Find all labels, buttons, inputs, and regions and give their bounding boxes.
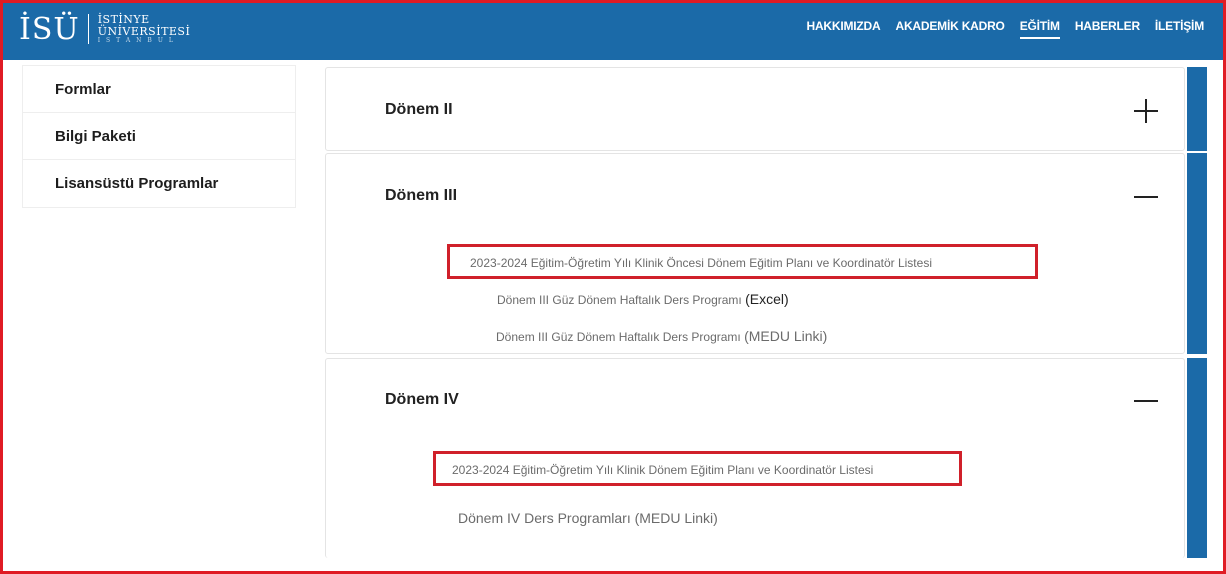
panel-accent-bar xyxy=(1187,67,1207,151)
plus-icon[interactable] xyxy=(1134,99,1158,123)
logo-mark: İSÜ xyxy=(19,11,80,47)
logo-line-2: ÜNİVERSİTESİ xyxy=(97,24,191,38)
sidebar-item-lisansustu-programlar[interactable]: Lisansüstü Programlar xyxy=(23,160,295,207)
accordion-panel-donem-2: Dönem II xyxy=(325,67,1185,151)
panel-title[interactable]: Dönem IV xyxy=(385,391,459,409)
nav-item-egitim[interactable]: EĞİTİM xyxy=(1019,19,1060,39)
link-klinik-plan[interactable]: 2023-2024 Eğitim-Öğretim Yılı Klinik Dön… xyxy=(452,463,873,477)
nav-item-hakkimizda[interactable]: HAKKIMIZDA xyxy=(807,19,881,39)
panel-accent-bar xyxy=(1187,153,1207,354)
link-donem-3-medu[interactable]: Dönem III Güz Dönem Haftalık Ders Progra… xyxy=(496,328,827,344)
link-klinik-oncesi-plan[interactable]: 2023-2024 Eğitim-Öğretim Yılı Klinik Önc… xyxy=(470,256,932,270)
sidebar-item-formlar[interactable]: Formlar xyxy=(23,66,295,113)
link-donem-3-excel[interactable]: Dönem III Güz Dönem Haftalık Ders Progra… xyxy=(497,291,789,307)
panel-title[interactable]: Dönem II xyxy=(385,101,453,119)
nav-item-haberler[interactable]: HABERLER xyxy=(1075,19,1140,39)
link-text: Dönem III Güz Dönem Haftalık Ders Progra… xyxy=(496,330,745,344)
link-suffix-excel: (Excel) xyxy=(745,291,789,307)
logo-text: İSTİNYE ÜNİVERSİTESİ İSTANBUL xyxy=(97,12,191,45)
sidebar: Formlar Bilgi Paketi Lisansüstü Programl… xyxy=(22,65,296,208)
nav-item-iletisim[interactable]: İLETİŞİM xyxy=(1155,19,1204,39)
logo-line-1: İSTİNYE xyxy=(97,12,150,26)
logo-line-3: İSTANBUL xyxy=(97,36,179,44)
minus-icon[interactable] xyxy=(1134,185,1158,209)
sidebar-item-bilgi-paketi[interactable]: Bilgi Paketi xyxy=(23,113,295,160)
link-suffix-medu: (MEDU Linki) xyxy=(744,328,828,344)
logo-divider xyxy=(87,14,89,44)
panel-accent-bar xyxy=(1187,358,1207,558)
panel-title[interactable]: Dönem III xyxy=(385,187,457,205)
site-header: İSÜ İSTİNYE ÜNİVERSİTESİ İSTANBUL HAKKIM… xyxy=(3,3,1223,60)
minus-icon[interactable] xyxy=(1134,389,1158,413)
nav-item-akademik-kadro[interactable]: AKADEMİK KADRO xyxy=(896,19,1005,39)
screenshot-frame: İSÜ İSTİNYE ÜNİVERSİTESİ İSTANBUL HAKKIM… xyxy=(0,0,1226,574)
link-text: Dönem III Güz Dönem Haftalık Ders Progra… xyxy=(497,293,746,307)
university-logo[interactable]: İSÜ İSTİNYE ÜNİVERSİTESİ İSTANBUL xyxy=(19,9,190,49)
main-nav: HAKKIMIZDA AKADEMİK KADRO EĞİTİM HABERLE… xyxy=(807,19,1204,39)
link-donem-4-medu[interactable]: Dönem IV Ders Programları (MEDU Linki) xyxy=(458,510,718,526)
